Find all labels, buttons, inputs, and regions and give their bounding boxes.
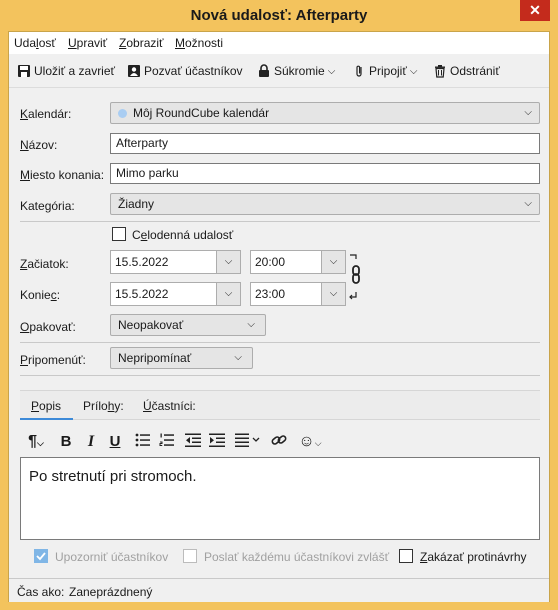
numbered-list-icon[interactable] <box>158 432 176 452</box>
dialog-body: Udalosť Upraviť Zobraziť Možnosti Uložiť… <box>8 31 550 602</box>
toolbar: Uložiť a zavrieť Pozvať účastníkov Súkro… <box>9 54 549 88</box>
repeat-select[interactable]: Neopakovať ⌵ <box>110 314 266 336</box>
chevron-down-icon: ⌵ <box>409 65 418 77</box>
separator <box>20 342 540 343</box>
reminder-label: Pripomenúť: <box>20 353 86 367</box>
align-icon[interactable] <box>234 432 264 452</box>
start-time-picker[interactable]: 20:00 ⌵ <box>250 250 346 274</box>
window-title: Nová udalosť: Afterparty <box>190 7 368 24</box>
end-date-value: 15.5.2022 <box>115 287 169 301</box>
chevron-down-icon: ⌵ <box>524 107 532 118</box>
allday-checkbox[interactable] <box>112 227 126 241</box>
attach-label: Pripojiť <box>369 64 407 78</box>
start-date-value: 15.5.2022 <box>115 255 169 269</box>
chevron-down-icon[interactable]: ⌵ <box>216 283 240 305</box>
active-tab-indicator <box>20 418 73 420</box>
disallow-counter-checkbox[interactable] <box>399 549 413 563</box>
status-bar: Čas ako: Zaneprázdnený <box>9 578 549 602</box>
location-input[interactable]: Mimo parku <box>110 163 540 184</box>
chevron-down-icon[interactable]: ⌵ <box>216 251 240 273</box>
separator <box>20 221 540 222</box>
start-date-picker[interactable]: 15.5.2022 ⌵ <box>110 250 241 274</box>
end-label: Koniec: <box>20 288 61 302</box>
end-time-picker[interactable]: 23:00 ⌵ <box>250 282 346 306</box>
title-input[interactable]: Afterparty <box>110 133 540 154</box>
show-time-as-label: Čas ako: <box>17 585 65 599</box>
calendar-label: Kalendár: <box>20 107 72 121</box>
end-date-picker[interactable]: 15.5.2022 ⌵ <box>110 282 241 306</box>
show-time-as-value[interactable]: Zaneprázdnený <box>69 585 152 599</box>
invitation-options: Upozorniť účastníkov Poslať každému účas… <box>9 546 549 566</box>
category-label: Kategória: <box>20 199 75 213</box>
location-label: Miesto konania: <box>20 168 105 182</box>
calendar-select[interactable]: Môj RoundCube kalendár ⌵ <box>110 102 540 124</box>
menu-view[interactable]: Zobraziť <box>119 36 164 50</box>
tab-attendees[interactable]: Účastníci: <box>143 399 196 413</box>
trash-icon <box>433 64 447 78</box>
chevron-down-icon: ⌵ <box>327 65 336 77</box>
chevron-down-icon: ⌵ <box>234 352 242 363</box>
invite-attendees-button[interactable]: Pozvať účastníkov <box>127 62 243 80</box>
repeat-label: Opakovať: <box>20 320 76 334</box>
delete-label: Odstrániť <box>450 64 500 78</box>
bold-icon[interactable]: B <box>58 432 74 452</box>
privacy-button[interactable]: Súkromie ⌵ <box>257 62 335 80</box>
close-button[interactable]: ✕ <box>520 0 550 21</box>
lock-icon <box>257 64 271 78</box>
save-close-icon <box>17 64 31 78</box>
tab-attachments[interactable]: Prílohy: <box>83 399 124 413</box>
end-time-value: 23:00 <box>255 287 286 301</box>
allday-label[interactable]: Celodenná udalosť <box>132 228 233 242</box>
notify-attendees-checkbox[interactable] <box>34 549 48 563</box>
calendar-select-value: Môj RoundCube kalendár <box>133 106 270 120</box>
chevron-down-icon[interactable]: ⌵ <box>321 283 345 305</box>
separator <box>20 375 540 376</box>
formatting-toolbar: ¶⌵ B I U ☺⌵ <box>20 429 540 455</box>
chevron-down-icon: ⌵ <box>524 198 532 209</box>
start-time-value: 20:00 <box>255 255 286 269</box>
title-bar[interactable]: Nová udalosť: Afterparty ✕ <box>0 0 558 31</box>
address-book-icon <box>127 64 141 78</box>
indent-icon[interactable] <box>208 432 226 452</box>
paragraph-format-icon[interactable]: ¶⌵ <box>24 432 48 452</box>
category-select[interactable]: Žiadny ⌵ <box>110 193 540 215</box>
underline-icon[interactable]: U <box>107 432 123 452</box>
start-label: Začiatok: <box>20 257 69 271</box>
privacy-label: Súkromie <box>274 64 325 78</box>
delete-button[interactable]: Odstrániť <box>433 62 500 80</box>
tab-description[interactable]: Popis <box>31 399 61 413</box>
save-close-label: Uložiť a zavrieť <box>34 64 116 78</box>
notify-attendees-label: Upozorniť účastníkov <box>55 550 169 564</box>
bullet-list-icon[interactable] <box>134 432 152 452</box>
save-close-button[interactable]: Uložiť a zavrieť <box>17 62 115 80</box>
calendar-color-dot <box>118 109 127 118</box>
send-separately-label: Poslať každému účastníkovi zvlášť <box>204 550 390 564</box>
link-icon[interactable] <box>270 432 288 452</box>
send-separately-checkbox[interactable] <box>183 549 197 563</box>
menu-bar: Udalosť Upraviť Zobraziť Možnosti <box>9 32 549 54</box>
description-editor[interactable]: Po stretnutí pri stromoch. <box>20 457 540 540</box>
disallow-counter-label[interactable]: Zakázať protinávrhy <box>420 550 527 564</box>
outdent-icon[interactable] <box>184 432 202 452</box>
category-select-value: Žiadny <box>118 197 155 211</box>
event-window: Nová udalosť: Afterparty ✕ Udalosť Uprav… <box>0 0 558 610</box>
link-times-icon[interactable] <box>348 252 364 304</box>
chevron-down-icon[interactable]: ⌵ <box>321 251 345 273</box>
emoji-icon[interactable]: ☺⌵ <box>294 432 326 452</box>
invite-attendees-label: Pozvať účastníkov <box>144 64 243 78</box>
repeat-select-value: Neopakovať <box>118 318 184 332</box>
title-label: Názov: <box>20 138 58 152</box>
tab-bar: Popis Prílohy: Účastníci: <box>20 390 540 420</box>
reminder-select-value: Nepripomínať <box>118 351 192 365</box>
menu-options[interactable]: Možnosti <box>175 36 223 50</box>
reminder-select[interactable]: Nepripomínať ⌵ <box>110 347 253 369</box>
menu-edit[interactable]: Upraviť <box>68 36 107 50</box>
attach-button[interactable]: Pripojiť ⌵ <box>352 62 417 80</box>
italic-icon[interactable]: I <box>83 432 99 452</box>
paperclip-icon <box>352 64 366 78</box>
chevron-down-icon: ⌵ <box>247 319 255 330</box>
menu-event[interactable]: Udalosť <box>14 36 56 50</box>
